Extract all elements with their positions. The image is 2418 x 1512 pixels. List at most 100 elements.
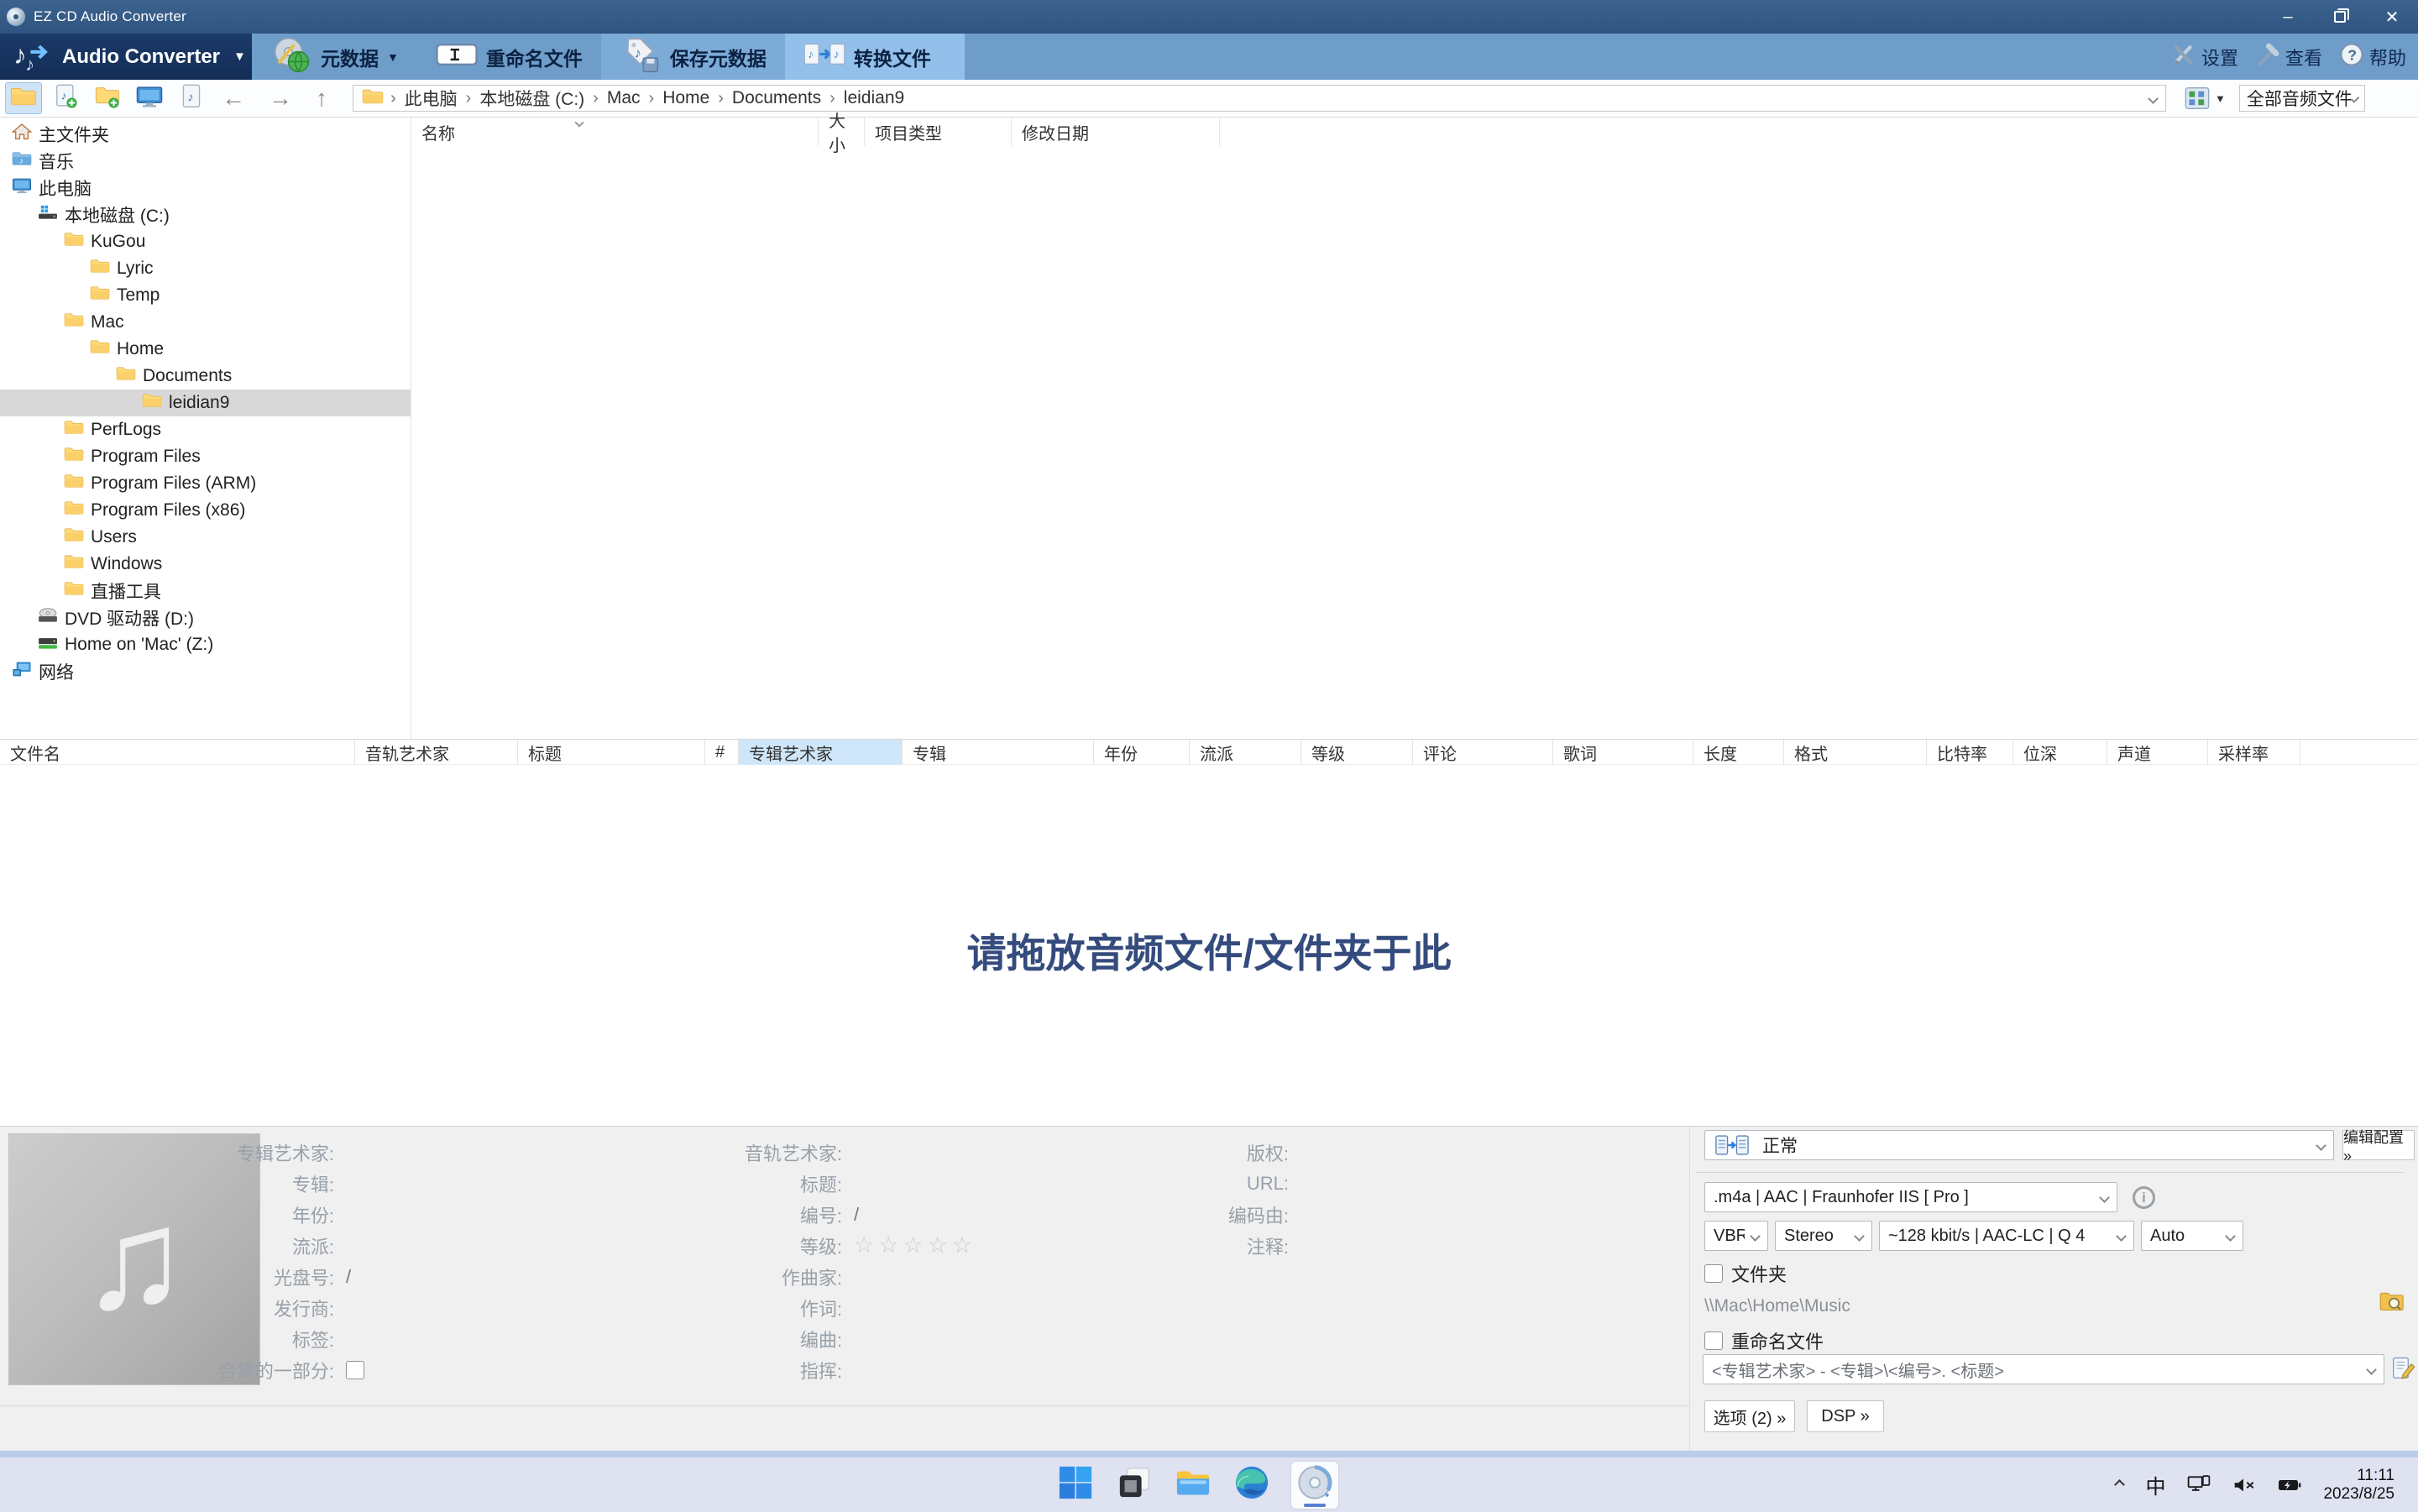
profile-dropdown[interactable]: 正常 [1704, 1130, 2334, 1160]
track-column-header[interactable]: 评论 [1413, 740, 1553, 765]
forward-button[interactable]: → [257, 85, 304, 112]
tree-item-KuGou[interactable]: KuGou [0, 228, 411, 255]
track-column-header[interactable]: # [705, 740, 739, 765]
track-column-header[interactable]: 文件名 [0, 740, 355, 765]
taskbar-clock[interactable]: 11:11 2023/8/25 [2323, 1467, 2394, 1504]
breadcrumb-segment[interactable]: Home [657, 88, 714, 108]
codec-info-icon[interactable]: i [2133, 1186, 2155, 1209]
chevron-down-icon[interactable] [2148, 93, 2159, 104]
channels-dropdown[interactable]: Stereo [1775, 1221, 1872, 1251]
tree-item--C-[interactable]: 本地磁盘 (C:) [0, 201, 411, 228]
track-column-header[interactable]: 歌词 [1553, 740, 1693, 765]
metadata-field-value[interactable]: / [346, 1266, 379, 1288]
output-path[interactable]: \\Mac\Home\Music [1704, 1296, 1850, 1316]
track-column-header[interactable]: 位深 [2013, 740, 2107, 765]
taskbar-app-edge[interactable] [1233, 1466, 1271, 1504]
track-column-header[interactable]: 格式 [1784, 740, 1927, 765]
view-mode-button[interactable]: ▼ [2185, 86, 2226, 110]
tree-item-Home[interactable]: Home [0, 336, 411, 363]
nav-quick-add-folder-button[interactable] [89, 82, 126, 114]
tree-item-Mac[interactable]: Mac [0, 309, 411, 336]
tree-item-Lyric[interactable]: Lyric [0, 255, 411, 282]
taskbar-app-start[interactable] [1056, 1466, 1095, 1504]
tree-item--[interactable]: 直播工具 [0, 578, 411, 604]
tree-item-DVD-D-[interactable]: DVD 驱动器 (D:) [0, 604, 411, 631]
breadcrumb-segment[interactable]: Mac [602, 88, 646, 108]
up-button[interactable]: ↑ [304, 85, 339, 112]
metadata-field-value[interactable]: / [854, 1204, 887, 1226]
edit-pattern-icon[interactable] [2391, 1356, 2415, 1381]
rename-pattern-dropdown[interactable]: <专辑艺术家> - <专辑>\<编号>. <标题> [1703, 1354, 2384, 1384]
track-column-header[interactable]: 专辑 [903, 740, 1094, 765]
tree-item-Temp[interactable]: Temp [0, 282, 411, 309]
tree-item-Program-Files-ARM-[interactable]: Program Files (ARM) [0, 470, 411, 497]
tree-item--[interactable]: 主文件夹 [0, 121, 411, 148]
track-column-header[interactable]: 声道 [2107, 740, 2208, 765]
rename-checkbox[interactable] [1704, 1332, 1723, 1350]
tree-item--[interactable]: 此电脑 [0, 175, 411, 201]
nav-quick-audio-file-button[interactable]: ♪ [173, 82, 210, 114]
ime-indicator[interactable]: 中 [2145, 1470, 2165, 1499]
file-type-filter[interactable]: 全部音频文件 [2239, 85, 2365, 112]
bitrate-mode-dropdown[interactable]: VBR [1704, 1221, 1768, 1251]
toolbar-button-rename-files[interactable]: 重命名文件 [417, 34, 601, 80]
breadcrumb-segment[interactable]: 本地磁盘 (C:) [474, 86, 589, 111]
track-column-header[interactable]: 比特率 [1927, 740, 2013, 765]
taskbar-app-task-view[interactable] [1115, 1466, 1154, 1504]
battery-charging-icon[interactable] [2278, 1475, 2301, 1495]
folder-checkbox[interactable] [1704, 1264, 1723, 1283]
dsp-button[interactable]: DSP » [1807, 1400, 1884, 1432]
toolbar-button-help[interactable]: ?帮助 [2332, 42, 2413, 72]
file-column-header[interactable]: 项目类型 [865, 118, 1012, 146]
tree-item--[interactable]: 网络 [0, 658, 411, 685]
back-button[interactable]: ← [210, 85, 257, 112]
breadcrumb-segment[interactable]: 此电脑 [400, 86, 463, 111]
tree-item-leidian9[interactable]: leidian9 [0, 390, 411, 416]
track-column-header[interactable]: 专辑艺术家 [739, 740, 903, 765]
volume-muted-icon[interactable] [2232, 1475, 2256, 1495]
hidden-icons-chevron[interactable] [2115, 1479, 2126, 1490]
toolbar-button-view[interactable]: 查看 [2248, 42, 2329, 72]
track-column-header[interactable]: 音轨艺术家 [355, 740, 518, 765]
nav-quick-this-pc-button[interactable] [131, 82, 168, 114]
app-mode-menu[interactable]: ♪♪ Audio Converter ▼ [0, 34, 252, 80]
toolbar-button-settings[interactable]: 设置 [2164, 42, 2245, 72]
restore-button[interactable] [2314, 0, 2366, 34]
taskbar-app-file-explorer[interactable] [1174, 1466, 1212, 1504]
track-column-header[interactable]: 采样率 [2208, 740, 2300, 765]
minimize-button[interactable]: – [2262, 0, 2314, 34]
format-dropdown[interactable]: .m4a | AAC | Fraunhofer IIS [ Pro ] [1704, 1182, 2117, 1212]
breadcrumb[interactable]: ›此电脑›本地磁盘 (C:)›Mac›Home›Documents›leidia… [353, 85, 2166, 112]
tree-item-Program-Files[interactable]: Program Files [0, 443, 411, 470]
file-column-header[interactable]: 名称 [411, 118, 819, 146]
track-column-header[interactable]: 长度 [1693, 740, 1784, 765]
options-button[interactable]: 选项 (2) » [1704, 1400, 1795, 1432]
track-column-header[interactable] [2300, 740, 2418, 765]
breadcrumb-segment[interactable]: Documents [727, 88, 826, 108]
tree-item-Home-on-Mac-Z-[interactable]: Home on 'Mac' (Z:) [0, 631, 411, 658]
tree-item-Program-Files-x86-[interactable]: Program Files (x86) [0, 497, 411, 524]
file-column-header[interactable]: 修改日期 [1012, 118, 1220, 146]
toolbar-button-metadata[interactable]: 元数据▼ [252, 34, 417, 80]
nav-quick-new-folder-button[interactable] [5, 82, 42, 114]
toolbar-button-save-metadata[interactable]: ♪保存元数据 [601, 34, 785, 80]
tree-item-Documents[interactable]: Documents [0, 363, 411, 390]
edit-profile-button[interactable]: 编辑配置 » [2342, 1130, 2415, 1160]
track-column-header[interactable]: 等级 [1301, 740, 1413, 765]
tree-item-PerfLogs[interactable]: PerfLogs [0, 416, 411, 443]
track-column-header[interactable]: 年份 [1094, 740, 1190, 765]
file-column-header[interactable]: 大小 [819, 118, 865, 146]
nav-quick-add-audio-file-button[interactable]: ♪ [47, 82, 84, 114]
track-column-header[interactable]: 流派 [1190, 740, 1301, 765]
close-button[interactable]: ✕ [2366, 0, 2418, 34]
breadcrumb-segment[interactable]: leidian9 [839, 88, 909, 108]
taskbar-app-ezcd[interactable] [1291, 1462, 1338, 1509]
tree-item-Users[interactable]: Users [0, 524, 411, 551]
compilation-checkbox[interactable] [346, 1361, 364, 1379]
rating-stars[interactable]: ☆☆☆☆☆ [854, 1232, 976, 1258]
track-column-header[interactable]: 标题 [518, 740, 705, 765]
network-icon[interactable] [2187, 1475, 2211, 1495]
tree-item--[interactable]: ♪音乐 [0, 148, 411, 175]
drop-zone[interactable]: 请拖放音频文件/文件夹于此 [0, 765, 2418, 1126]
toolbar-button-convert-files[interactable]: ♪♪转换文件 [785, 34, 965, 80]
